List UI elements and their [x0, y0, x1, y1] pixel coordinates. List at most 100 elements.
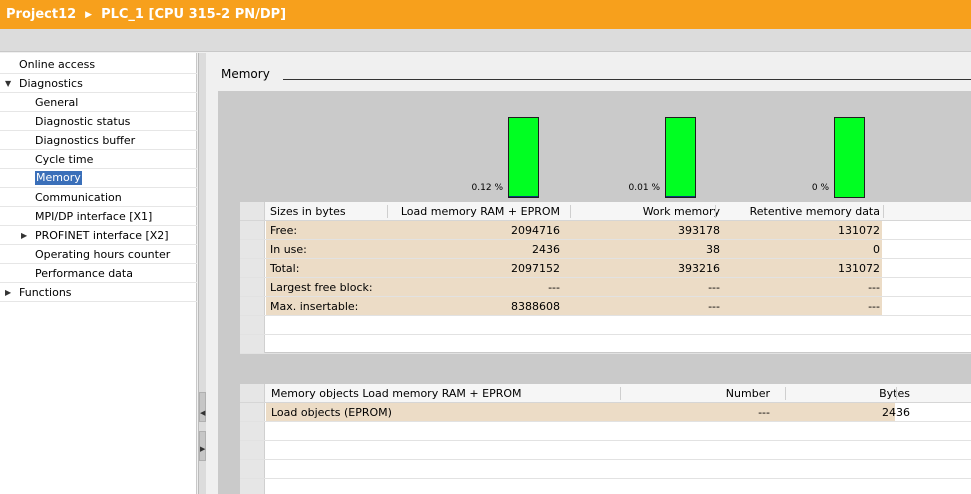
memory-usage-bar — [665, 117, 696, 198]
table-cell: --- — [868, 300, 880, 313]
nav-item-label: PROFINET interface [X2] — [35, 229, 169, 242]
row-header[interactable] — [240, 403, 265, 421]
nav-item-label: Online access — [19, 58, 96, 71]
row-header[interactable] — [240, 297, 265, 315]
device-name[interactable]: PLC_1 [CPU 315-2 PN/DP] — [101, 7, 286, 22]
column-header: Sizes in bytes — [270, 205, 346, 218]
row-header[interactable] — [240, 259, 265, 277]
nav-item-online-access[interactable]: Online access — [0, 55, 197, 74]
nav-item-diagnostics-buffer[interactable]: Diagnostics buffer — [0, 131, 197, 150]
project-name[interactable]: Project12 — [6, 7, 76, 22]
column-header: Work memory — [642, 205, 720, 218]
table-cell: --- — [708, 300, 720, 313]
pane-splitter[interactable]: ◀ ▶ — [198, 53, 206, 494]
nav-item-performance-data[interactable]: Performance data — [0, 264, 197, 283]
row-header[interactable] — [240, 479, 265, 494]
nav-item-label: Memory — [35, 171, 82, 185]
nav-item-profinet-interface-x2[interactable]: ▶ PROFINET interface [X2] — [0, 226, 197, 245]
row-header[interactable] — [240, 422, 265, 440]
table-row — [240, 422, 971, 441]
table-cell: 38 — [706, 243, 720, 256]
table-row: Load objects (EPROM) --- 2436 — [240, 403, 971, 422]
nav-item-functions[interactable]: ▶ Functions — [0, 283, 197, 302]
memory-used-fill — [666, 196, 695, 197]
nav-item-label: Performance data — [35, 267, 133, 280]
column-divider[interactable] — [570, 205, 571, 218]
row-header[interactable] — [240, 316, 265, 334]
sizes-table: Sizes in bytes Load memory RAM + EPROM Wor… — [240, 202, 971, 354]
nav-item-operating-hours-counter[interactable]: Operating hours counter — [0, 245, 197, 264]
memory-usage-percent: 0.01 % — [628, 183, 660, 193]
table-cell: Largest free block: — [270, 281, 373, 294]
table-row: In use: 2436 38 0 — [240, 240, 971, 259]
row-header[interactable] — [240, 335, 265, 353]
memory-usage-bar — [834, 117, 865, 198]
title-bar: Project12 ▶ PLC_1 [CPU 315-2 PN/DP] — [0, 0, 971, 29]
column-divider[interactable] — [785, 387, 786, 400]
nav-item-communication[interactable]: Communication — [0, 188, 197, 207]
table-cell: 8388608 — [511, 300, 560, 313]
nav-item-cycle-time[interactable]: Cycle time — [0, 150, 197, 169]
table-row — [240, 460, 971, 479]
table-row — [240, 316, 971, 335]
table-row — [240, 441, 971, 460]
chevron-right-icon: ▶ — [85, 9, 93, 20]
table-cell: 131072 — [838, 224, 880, 237]
nav-item-label: Cycle time — [35, 153, 94, 166]
column-header: Memory objects Load memory RAM + EPROM — [271, 387, 522, 400]
table-cell: Max. insertable: — [270, 300, 359, 313]
table-cell: --- — [868, 281, 880, 294]
table-cell: 0 — [873, 243, 880, 256]
column-divider[interactable] — [715, 205, 716, 218]
table-cell: 131072 — [838, 262, 880, 275]
nav-item-general[interactable]: General — [0, 93, 197, 112]
section-title: Memory — [221, 67, 270, 81]
nav-item-mpi-dp-interface-x1[interactable]: MPI/DP interface [X1] — [0, 207, 197, 226]
expand-right-icon[interactable]: ▶ — [21, 226, 27, 245]
row-header[interactable] — [240, 441, 265, 459]
row-header[interactable] — [240, 384, 265, 402]
table-cell: --- — [708, 281, 720, 294]
nav-item-label: General — [35, 96, 79, 109]
nav-item-memory[interactable]: Memory — [0, 169, 197, 188]
memory-usage-percent: 0.12 % — [471, 183, 503, 193]
memory-view: Memory 0.12 % 0.01 % 0 % Sizes in bytes Loa… — [207, 53, 971, 494]
nav-item-label: Communication — [35, 191, 122, 204]
memory-usage-bar — [508, 117, 539, 198]
expand-right-icon[interactable]: ▶ — [5, 283, 11, 302]
collapse-left-icon[interactable]: ◀ — [200, 409, 205, 417]
expand-down-icon[interactable]: ▼ — [5, 74, 11, 93]
table-cell: 2436 — [532, 243, 560, 256]
nav-item-diagnostic-status[interactable]: Diagnostic status — [0, 112, 197, 131]
column-divider[interactable] — [896, 387, 897, 400]
table-cell: --- — [548, 281, 560, 294]
table-header: Memory objects Load memory RAM + EPROM Nu… — [240, 384, 971, 403]
toolbar-strip — [0, 29, 971, 52]
expand-right-icon[interactable]: ▶ — [200, 445, 205, 453]
table-cell: Load objects (EPROM) — [271, 406, 392, 419]
row-header[interactable] — [240, 221, 265, 239]
column-header: Bytes — [879, 387, 910, 400]
column-divider[interactable] — [387, 205, 388, 218]
memory-used-fill — [509, 196, 538, 197]
row-header[interactable] — [240, 202, 265, 220]
nav-item-diagnostics[interactable]: ▼ Diagnostics — [0, 74, 197, 93]
table-cell: 393178 — [678, 224, 720, 237]
splitter-handle[interactable] — [199, 392, 206, 422]
table-cell: Total: — [270, 262, 300, 275]
row-header[interactable] — [240, 460, 265, 478]
table-cell: In use: — [270, 243, 307, 256]
memory-panel: 0.12 % 0.01 % 0 % Sizes in bytes Load memor… — [218, 91, 971, 494]
nav-item-label: Diagnostics buffer — [35, 134, 136, 147]
memory-objects-table: Memory objects Load memory RAM + EPROM Nu… — [240, 384, 971, 494]
table-row: Largest free block: --- --- --- — [240, 278, 971, 297]
column-divider[interactable] — [620, 387, 621, 400]
table-cell: 2094716 — [511, 224, 560, 237]
row-header[interactable] — [240, 278, 265, 296]
row-header[interactable] — [240, 240, 265, 258]
table-row — [240, 335, 971, 354]
table-cell: Free: — [270, 224, 298, 237]
table-cell: 2436 — [882, 406, 910, 419]
table-cell: 2097152 — [511, 262, 560, 275]
column-divider[interactable] — [883, 205, 884, 218]
